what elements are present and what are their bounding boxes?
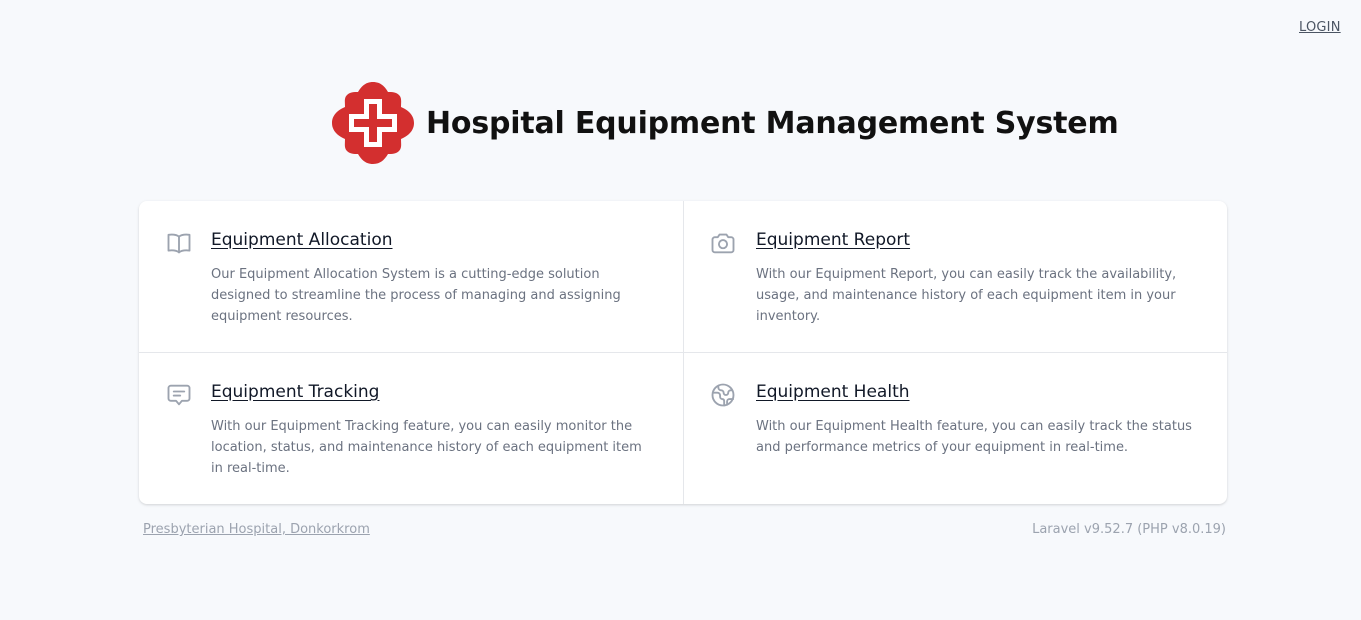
feature-title-link[interactable]: Equipment Report [756, 230, 910, 250]
camera-icon [711, 233, 735, 254]
horizontal-divider [139, 352, 1227, 353]
app-header: Hospital Equipment Management System [330, 80, 1119, 166]
version-text: Laravel v9.52.7 (PHP v8.0.19) [1032, 522, 1226, 537]
feature-title-link[interactable]: Equipment Health [756, 382, 910, 402]
page-title: Hospital Equipment Management System [426, 105, 1119, 141]
feature-description: Our Equipment Allocation System is a cut… [211, 267, 621, 324]
red-cross-icon [332, 82, 414, 164]
feature-title-link[interactable]: Equipment Allocation [211, 230, 393, 250]
chat-alt-icon [167, 384, 191, 406]
feature-description: With our Equipment Report, you can easil… [756, 267, 1177, 324]
book-open-icon [167, 233, 191, 254]
feature-description: With our Equipment Tracking feature, you… [211, 419, 642, 476]
login-link[interactable]: LOGIN [1299, 20, 1341, 35]
feature-description: With our Equipment Health feature, you c… [756, 419, 1192, 455]
features-card: Equipment Allocation Our Equipment Alloc… [139, 201, 1227, 504]
globe-icon [711, 383, 735, 407]
feature-title-link[interactable]: Equipment Tracking [211, 382, 379, 402]
hospital-link[interactable]: Presbyterian Hospital, Donkorkrom [143, 522, 370, 537]
